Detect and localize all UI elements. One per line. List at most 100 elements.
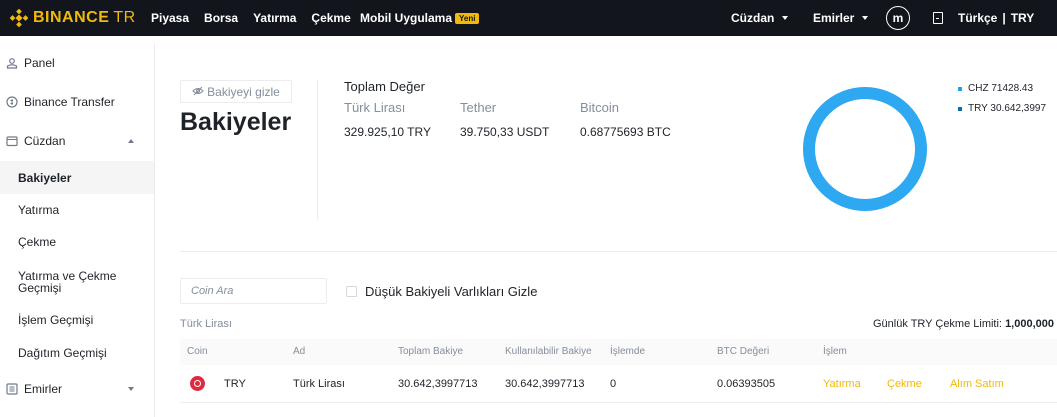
currency-label: Tether xyxy=(460,100,497,115)
sidebar-item-trade-history[interactable]: İşlem Geçmişi xyxy=(0,311,154,329)
orders-menu-label: Emirler xyxy=(813,11,855,25)
total-usdt: Tether 39.750,33 USDT xyxy=(460,100,549,139)
legend-label: TRY 30.642,3997 xyxy=(968,103,1047,114)
sidebar-item-label: İşlem Geçmişi xyxy=(18,313,94,327)
column-header-in-order: İşlemde xyxy=(610,346,646,357)
nav-item-borsa[interactable]: Borsa xyxy=(204,11,238,25)
mobile-app-label: Mobil Uygulama xyxy=(360,11,453,25)
column-header-coin: Coin xyxy=(187,346,208,357)
sidebar: Panel Binance Transfer Cüzdan Bakiyeler … xyxy=(0,43,155,417)
legend-dot xyxy=(958,106,962,111)
cell-total: 30.642,3997713 xyxy=(398,378,478,390)
sidebar-item-balances[interactable]: Bakiyeler xyxy=(0,161,154,194)
coin-circle-icon xyxy=(6,96,18,108)
coin-search-input[interactable] xyxy=(180,278,327,304)
separator: | xyxy=(1002,11,1006,25)
sidebar-item-deposit-withdraw-history[interactable]: Yatırma ve Çekme Geçmişi xyxy=(0,268,154,296)
sidebar-item-orders[interactable]: Emirler xyxy=(0,380,154,398)
currency-value: 329.925,10 TRY xyxy=(344,125,431,139)
wallet-menu-label: Cüzdan xyxy=(731,11,775,25)
withdraw-limit-label: Günlük TRY Çekme Limiti: xyxy=(873,318,1002,330)
divider xyxy=(317,80,318,220)
deposit-link[interactable]: Yatırma xyxy=(823,378,861,390)
download-icon xyxy=(933,12,943,24)
user-avatar-button[interactable]: m xyxy=(886,0,910,36)
column-header-action: İşlem xyxy=(823,346,847,357)
divider xyxy=(180,251,1057,252)
sidebar-item-binance-transfer[interactable]: Binance Transfer xyxy=(0,93,154,111)
withdraw-link[interactable]: Çekme xyxy=(887,378,922,390)
chevron-up-icon xyxy=(128,139,134,143)
chevron-down-icon xyxy=(128,387,134,391)
language-label: Türkçe xyxy=(958,11,998,25)
total-btc: Bitcoin 0.68775693 BTC xyxy=(580,100,671,139)
sidebar-item-label: Yatırma ve Çekme Geçmişi xyxy=(18,269,117,295)
sidebar-item-label: Çekme xyxy=(18,235,57,249)
trade-link[interactable]: Alım Satım xyxy=(950,378,1004,390)
withdraw-limit-value: 1,000,000 xyxy=(1005,318,1054,330)
section-label: Türk Lirası xyxy=(180,318,232,330)
user-icon xyxy=(6,57,18,69)
list-icon xyxy=(6,383,18,395)
hide-balance-button[interactable]: Bakiyeyi gizle xyxy=(180,80,292,103)
donut-ring xyxy=(803,87,927,211)
cell-btc-value: 0.06393505 xyxy=(717,378,776,390)
sidebar-item-deposit[interactable]: Yatırma xyxy=(0,201,154,219)
sidebar-item-label: Binance Transfer xyxy=(24,95,115,109)
sidebar-item-label: Yatırma xyxy=(18,203,60,217)
column-header-name: Ad xyxy=(293,346,306,357)
legend-item-chz: CHZ 71428.43 xyxy=(958,82,1046,95)
hide-small-balances-checkbox[interactable] xyxy=(346,286,357,297)
legend-dot xyxy=(958,86,962,91)
table-header: Coin Ad Toplam Bakiye Kullanılabilir Bak… xyxy=(180,339,1057,365)
sidebar-item-distribution-history[interactable]: Dağıtım Geçmişi xyxy=(0,344,154,362)
orders-menu[interactable]: Emirler xyxy=(813,0,869,36)
cell-name: Türk Lirası xyxy=(293,378,345,390)
portfolio-legend: CHZ 71428.43 TRY 30.642,3997 xyxy=(958,82,1046,122)
sidebar-item-wallet[interactable]: Cüzdan xyxy=(0,132,154,150)
portfolio-donut-chart xyxy=(803,87,927,211)
withdraw-limit: Günlük TRY Çekme Limiti: 1,000,000 xyxy=(873,318,1054,330)
binance-logo-icon xyxy=(9,8,29,28)
brand-logo[interactable]: BINANCE TR xyxy=(9,8,136,28)
nav-item-yatirma[interactable]: Yatırma xyxy=(253,11,296,25)
legend-item-try: TRY 30.642,3997 xyxy=(958,102,1046,115)
column-header-btc-value: BTC Değeri xyxy=(717,346,770,357)
sidebar-item-withdraw[interactable]: Çekme xyxy=(0,233,154,251)
cell-coin: TRY xyxy=(224,378,246,390)
wallet-menu[interactable]: Cüzdan xyxy=(731,0,789,36)
currency-label: Türk Lirası xyxy=(344,100,406,115)
currency-value: 39.750,33 USDT xyxy=(460,125,550,139)
new-badge: Yeni xyxy=(455,12,480,24)
sidebar-item-panel[interactable]: Panel xyxy=(0,54,154,72)
column-header-total: Toplam Bakiye xyxy=(398,346,464,357)
hide-small-balances-label: Düşük Bakiyeli Varlıkları Gizle xyxy=(365,284,538,299)
nav-item-mobile-app[interactable]: Mobil Uygulama Yeni xyxy=(360,0,480,36)
sidebar-item-label: Dağıtım Geçmişi xyxy=(18,346,107,360)
sidebar-item-label: Panel xyxy=(24,56,55,70)
top-navbar: BINANCE TR Piyasa Borsa Yatırma Çekme Mob… xyxy=(0,0,1057,36)
wallet-icon xyxy=(6,135,18,147)
sidebar-item-label: Emirler xyxy=(24,382,62,396)
chevron-down-icon xyxy=(862,16,869,20)
brand-name: BINANCE TR xyxy=(33,9,136,26)
chevron-down-icon xyxy=(782,16,789,20)
try-coin-icon xyxy=(190,376,205,391)
main-nav: Piyasa Borsa Yatırma Çekme xyxy=(151,0,366,36)
nav-item-piyasa[interactable]: Piyasa xyxy=(151,11,189,25)
download-app-button[interactable] xyxy=(933,0,959,36)
legend-label: CHZ 71428.43 xyxy=(968,83,1034,94)
currency-label: TRY xyxy=(1010,11,1035,25)
hide-small-balances-toggle[interactable]: Düşük Bakiyeli Varlıkları Gizle xyxy=(346,284,537,299)
eye-slash-icon xyxy=(192,85,204,99)
cell-available: 30.642,3997713 xyxy=(505,378,585,390)
currency-label: Bitcoin xyxy=(580,100,620,115)
nav-item-cekme[interactable]: Çekme xyxy=(311,11,350,25)
table-row: TRY Türk Lirası 30.642,3997713 30.642,39… xyxy=(180,367,1057,403)
page-title: Bakiyeler xyxy=(180,108,292,136)
hide-balance-label: Bakiyeyi gizle xyxy=(207,84,280,99)
total-value-label: Toplam Değer xyxy=(344,79,425,94)
language-currency-selector[interactable]: Türkçe | TRY xyxy=(958,0,1034,36)
currency-value: 0.68775693 BTC xyxy=(580,125,671,139)
column-header-available: Kullanılabilir Bakiye xyxy=(505,346,592,357)
